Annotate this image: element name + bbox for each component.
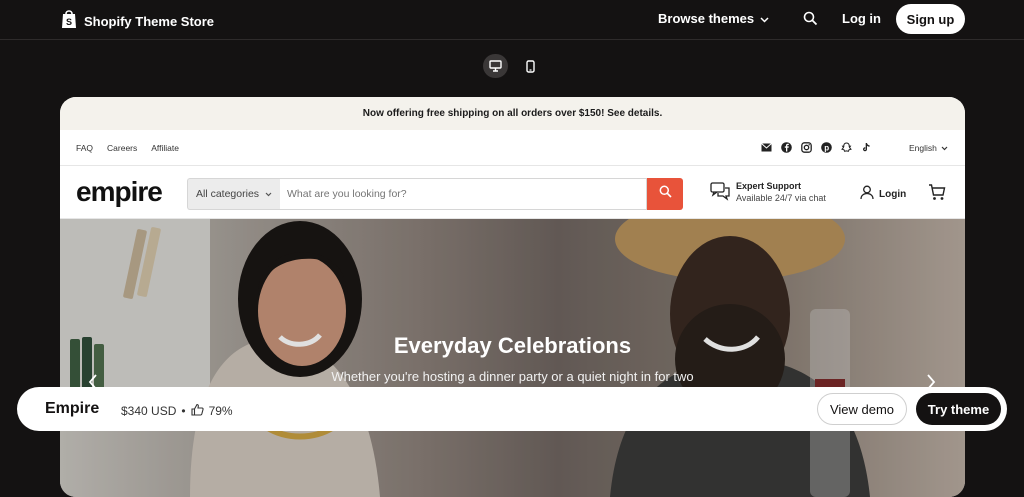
language-label: English [909,143,937,153]
expert-support[interactable]: Expert Support Available 24/7 via chat [710,181,826,206]
support-title: Expert Support [736,181,802,191]
theme-rating: 79% [208,404,233,418]
chat-bubble-icon [710,181,730,206]
separator-dot: • [181,404,186,418]
instagram-icon[interactable] [800,141,812,153]
support-subtitle: Available 24/7 via chat [736,193,826,203]
search-icon[interactable] [803,11,818,31]
store-login-label: Login [879,188,907,200]
try-theme-button[interactable]: Try theme [916,393,1001,425]
svg-text:p: p [824,143,829,152]
store-search-button[interactable] [647,178,683,210]
facebook-icon[interactable] [780,141,792,153]
store-logo[interactable]: empire [76,176,163,208]
theme-price-rating: $340 USD • 79% [121,403,233,419]
social-links: p [760,141,872,153]
store-header: empire All categories Expert Support Ava… [60,166,965,219]
view-demo-button[interactable]: View demo [817,393,907,425]
careers-link[interactable]: Careers [107,143,137,153]
brand-link[interactable]: S Shopify Theme Store [60,9,214,34]
category-select[interactable]: All categories [187,178,280,210]
theme-info-bar: Empire $340 USD • 79% View demo Try them… [17,387,1007,431]
chevron-down-icon [760,11,769,26]
faq-link[interactable]: FAQ [76,143,93,153]
category-select-label: All categories [196,188,260,200]
device-toggle [483,54,543,78]
chevron-down-icon [265,188,272,200]
store-search-input[interactable] [280,178,647,210]
browse-themes-label: Browse themes [658,11,755,26]
language-selector[interactable]: English [909,143,948,153]
top-navigation: S Shopify Theme Store Browse themes Log … [0,0,1024,40]
announcement-bar[interactable]: Now offering free shipping on all orders… [60,97,965,130]
affiliate-link[interactable]: Affiliate [151,143,179,153]
user-icon [860,185,874,203]
utility-links: FAQ Careers Affiliate [76,143,179,153]
snapchat-icon[interactable] [840,141,852,153]
desktop-icon[interactable] [483,54,508,78]
thumbs-up-icon [191,403,204,419]
chevron-down-icon [941,143,948,153]
hero-title: Everyday Celebrations [393,333,632,358]
theme-preview: Now offering free shipping on all orders… [60,97,965,497]
search-icon [659,185,672,203]
theme-price: $340 USD [121,404,177,418]
signup-button[interactable]: Sign up [896,4,965,34]
mobile-icon[interactable] [518,54,543,78]
brand-name: Shopify Theme Store [84,14,215,29]
mail-icon[interactable] [760,141,772,153]
hero-subtitle: Whether you're hosting a dinner party or… [331,369,694,384]
login-link[interactable]: Log in [842,11,881,26]
utility-bar: FAQ Careers Affiliate p English [60,130,965,166]
browse-themes-menu[interactable]: Browse themes [658,11,769,26]
svg-text:S: S [66,17,72,27]
cart-icon[interactable] [928,184,946,206]
hero-banner[interactable]: Everyday Celebrations Whether you're hos… [60,219,965,497]
store-login[interactable]: Login [860,185,906,203]
tiktok-icon[interactable] [860,141,872,153]
pinterest-icon[interactable]: p [820,141,832,153]
shopify-bag-icon: S [60,9,78,34]
theme-name: Empire [45,400,100,417]
